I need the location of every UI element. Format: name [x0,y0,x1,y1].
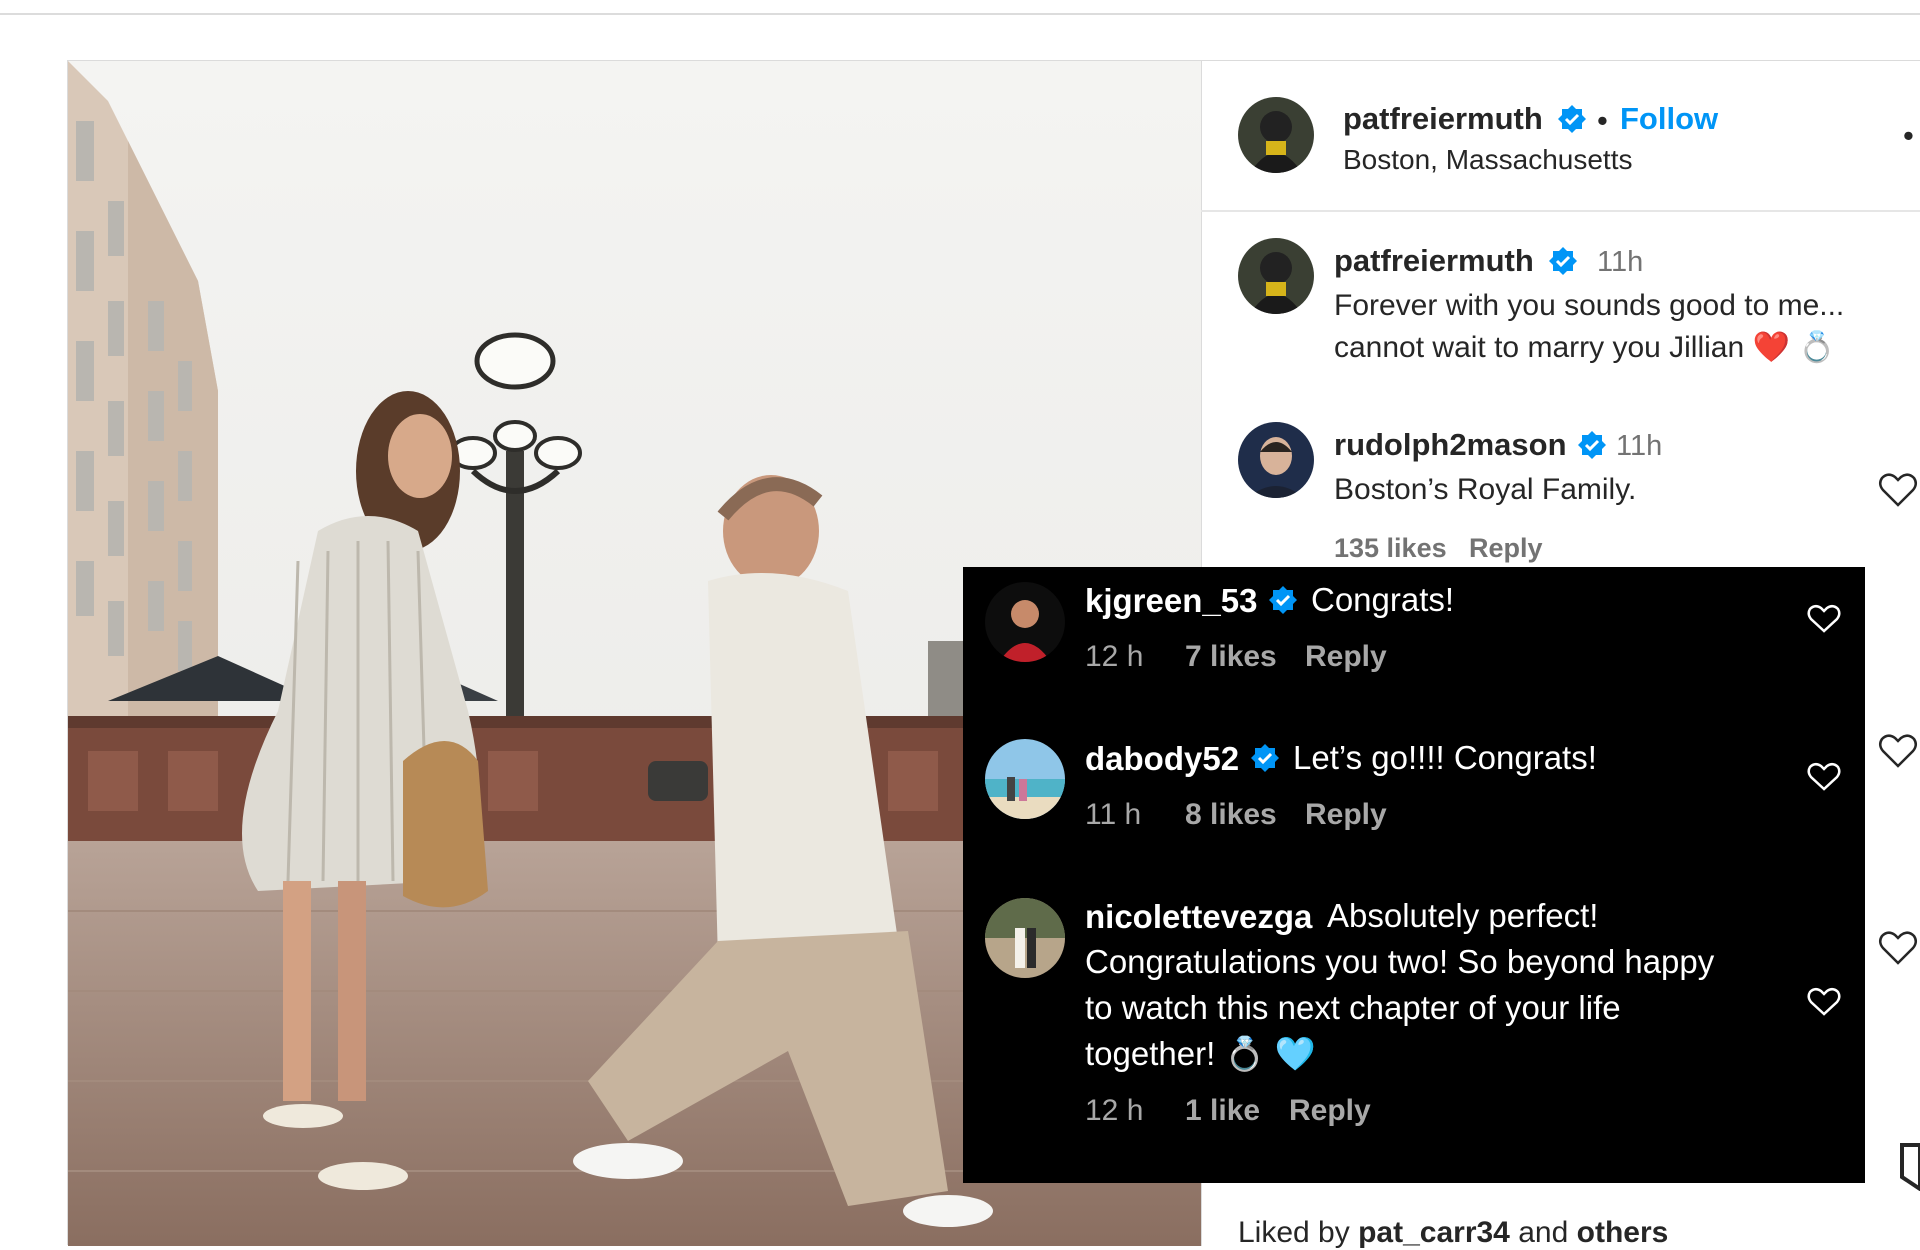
overlay-comment-time[interactable]: 11 h [1085,798,1141,832]
heart-icon[interactable] [1878,930,1918,966]
heart-icon[interactable] [1878,472,1918,508]
overlay-avatar[interactable] [985,898,1065,978]
overlay-comment-line-3: to watch this next chapter of your life [1085,989,1621,1026]
caption-time[interactable]: 11h [1597,246,1643,279]
header-divider [1201,210,1920,212]
comment-text: Boston’s Royal Family. [1334,473,1637,506]
author-avatar[interactable] [1238,97,1314,173]
bookmark-icon[interactable] [1900,1143,1920,1191]
overlay-comment-likes[interactable]: 7 likes [1185,640,1277,674]
liked-by-others[interactable]: others [1577,1216,1669,1249]
heart-icon[interactable] [1807,762,1841,792]
overlay-reply-button[interactable]: Reply [1289,1094,1371,1128]
overlay-comment-line-4: together! 💍 🩵 [1085,1035,1316,1072]
liked-by-prefix: Liked by [1238,1216,1350,1249]
overlay-comment-likes[interactable]: 8 likes [1185,798,1277,832]
comments-overlay: kjgreen_53 Congrats! 12 h 7 likes Reply … [963,567,1865,1183]
overlay-username[interactable]: nicolettevezga [1085,898,1312,936]
heart-icon[interactable] [1878,733,1918,769]
more-options-icon[interactable]: • [1903,118,1914,154]
heart-icon[interactable] [1807,987,1841,1017]
follow-button[interactable]: Follow [1620,101,1718,137]
overlay-avatar[interactable] [985,739,1065,819]
overlay-comment-text: Let’s go!!!! Congrats! [1293,739,1597,776]
overlay-comment-time[interactable]: 12 h [1085,1094,1143,1128]
caption-line-1: Forever with you sounds good to me... [1334,289,1845,322]
liked-by-user[interactable]: pat_carr34 [1358,1216,1510,1249]
verified-badge-icon [1251,744,1279,772]
caption-avatar[interactable] [1238,238,1314,314]
post-location[interactable]: Boston, Massachusetts [1343,144,1632,176]
overlay-username[interactable]: kjgreen_53 [1085,582,1257,620]
overlay-comment-line-2: Congratulations you two! So beyond happy [1085,943,1715,980]
comment-time[interactable]: 11h [1616,430,1662,463]
caption-line-2: cannot wait to marry you Jillian ❤️ 💍 [1334,331,1836,364]
verified-badge-icon [1558,105,1586,133]
overlay-comment-likes[interactable]: 1 like [1185,1094,1260,1128]
overlay-username[interactable]: dabody52 [1085,740,1239,778]
comment-likes[interactable]: 135 likes [1334,533,1447,564]
overlay-reply-button[interactable]: Reply [1305,798,1387,832]
overlay-comment-text: Congrats! [1311,581,1455,618]
top-divider [0,13,1920,15]
comment-avatar[interactable] [1238,422,1314,498]
overlay-reply-button[interactable]: Reply [1305,640,1387,674]
overlay-avatar[interactable] [985,582,1065,662]
overlay-comment-time[interactable]: 12 h [1085,640,1143,674]
verified-badge-icon [1269,586,1297,614]
caption-username[interactable]: patfreiermuth [1334,243,1534,279]
heart-icon[interactable] [1807,604,1841,634]
author-username[interactable]: patfreiermuth [1343,101,1543,137]
comment-reply-button[interactable]: Reply [1469,533,1543,564]
separator-dot: • [1597,103,1608,138]
verified-badge-icon [1578,431,1606,459]
liked-by-line: Liked by pat_carr34 and others [1238,1216,1668,1250]
overlay-comment-line-1: Absolutely perfect! [1327,897,1599,934]
liked-by-middle: and [1518,1216,1569,1249]
verified-badge-icon [1549,247,1577,275]
comment-username[interactable]: rudolph2mason [1334,427,1567,463]
